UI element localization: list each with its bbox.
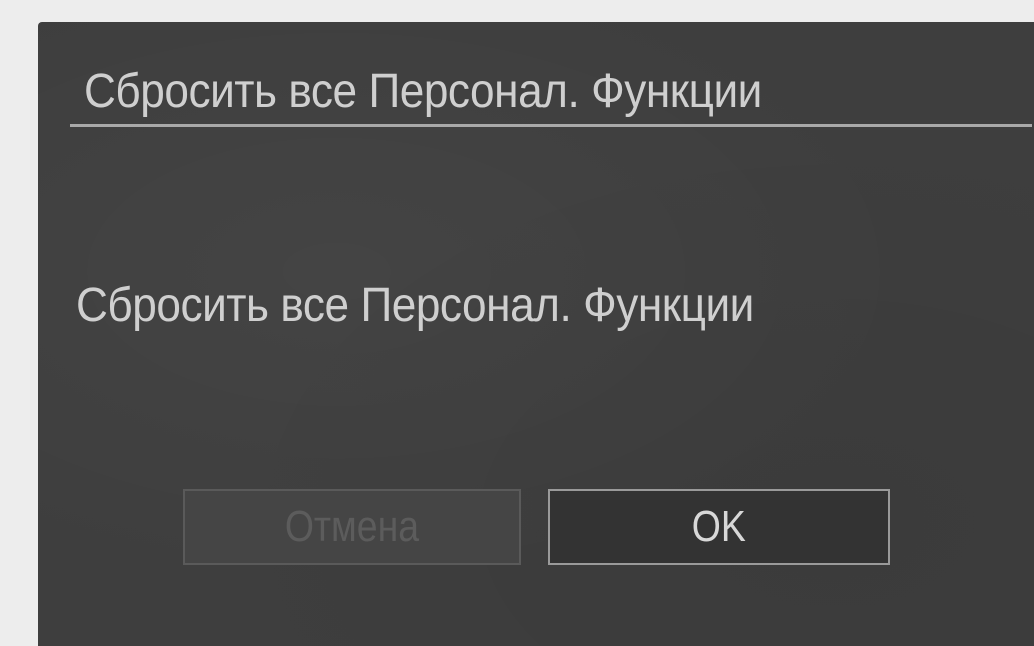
cancel-button-label: Отмена <box>284 502 420 551</box>
title-divider <box>70 124 1032 127</box>
ok-button-label: OK <box>691 502 747 551</box>
camera-menu-screen: Сбросить все Персонал. Функции Сбросить … <box>38 22 1034 646</box>
dialog-title: Сбросить все Персонал. Функции <box>84 65 762 118</box>
cancel-button[interactable]: Отмена <box>183 489 521 565</box>
dialog-message: Сбросить все Персонал. Функции <box>76 279 754 332</box>
manual-page: Сбросить все Персонал. Функции Сбросить … <box>0 0 1034 646</box>
ok-button[interactable]: OK <box>548 489 890 565</box>
